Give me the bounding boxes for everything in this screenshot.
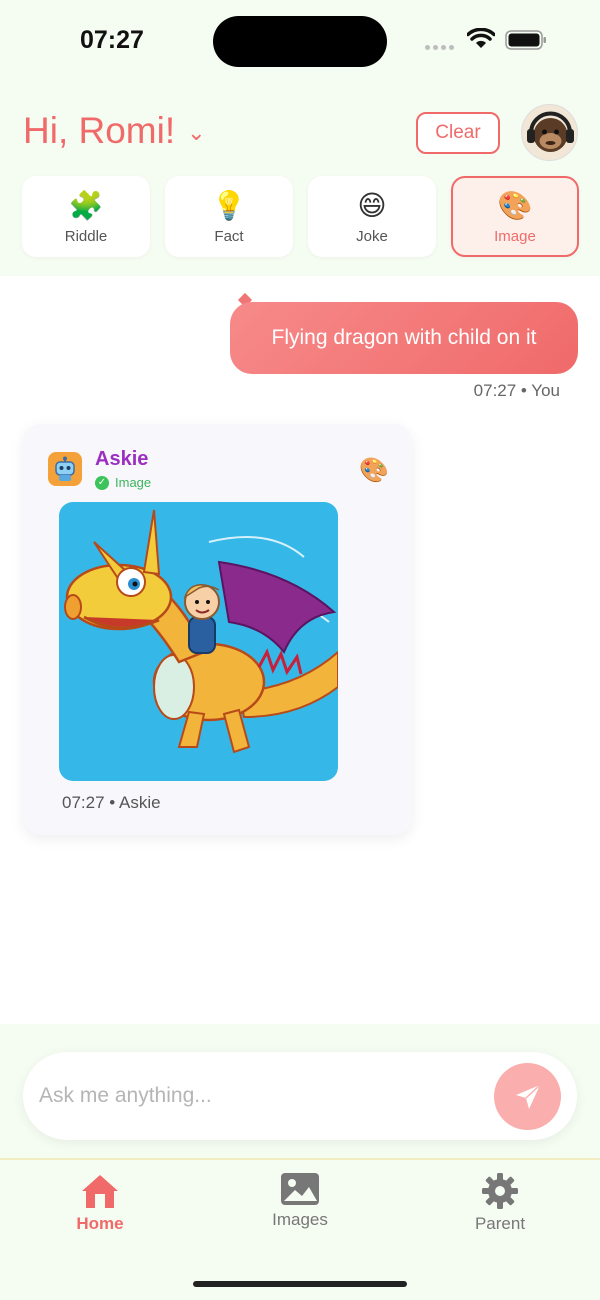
user-message-text: Flying dragon with child on it [271, 326, 537, 349]
category-riddle[interactable]: 🧩 Riddle [22, 176, 150, 257]
greeting-text: Hi, Romi! [23, 110, 176, 151]
nav-label: Images [272, 1210, 328, 1229]
user-message-bubble: Flying dragon with child on it [230, 302, 578, 374]
category-image[interactable]: 🎨 Image [451, 176, 579, 257]
bot-message-meta: 07:27 • Askie [62, 793, 161, 812]
monkey-avatar-icon [527, 111, 574, 152]
gear-icon [482, 1173, 518, 1209]
robot-icon [48, 452, 82, 486]
send-button[interactable] [494, 1063, 561, 1130]
check-circle-icon: ✓ [95, 475, 109, 490]
category-joke[interactable]: 😄 Joke [308, 176, 436, 257]
composer [23, 1052, 577, 1140]
send-icon [515, 1083, 541, 1109]
message-input[interactable] [39, 1076, 479, 1116]
category-label: Image [494, 228, 536, 245]
bot-name: Askie [95, 448, 149, 470]
nav-parent[interactable]: Parent [440, 1172, 560, 1234]
avatar[interactable] [521, 104, 578, 161]
dynamic-island [213, 16, 387, 67]
category-fact[interactable]: 💡 Fact [165, 176, 293, 257]
signal-icon [425, 45, 454, 50]
profile-switcher[interactable]: Hi, Romi! ⌄ [23, 110, 206, 152]
nav-label: Parent [474, 1214, 526, 1233]
nav-images[interactable]: Images [240, 1172, 360, 1230]
bot-badge: ✓ Image [95, 475, 151, 490]
palette-icon: 🎨 [359, 457, 389, 484]
bottom-nav: Home Images Parent [0, 1158, 600, 1300]
nav-home[interactable]: Home [40, 1172, 160, 1234]
bot-badge-label: Image [115, 475, 152, 490]
battery-icon [505, 30, 546, 50]
clear-button[interactable]: Clear [416, 112, 500, 154]
home-icon [82, 1175, 118, 1208]
status-time: 07:27 [80, 26, 144, 54]
user-message-meta: 07:27 • You [473, 381, 560, 400]
palette-icon: 🎨 [497, 190, 533, 221]
category-label: Fact [214, 228, 244, 245]
category-label: Joke [356, 228, 388, 245]
dragon-illustration [64, 509, 338, 754]
smile-icon: 😄 [357, 190, 387, 221]
chevron-down-icon: ⌄ [187, 120, 206, 145]
lightbulb-icon: 💡 [211, 190, 247, 221]
image-icon [281, 1173, 319, 1205]
category-label: Riddle [64, 228, 108, 245]
generated-image[interactable] [59, 502, 338, 781]
wifi-icon [467, 28, 495, 48]
bot-message-card: Askie ✓ Image 🎨 07:27 • Askie [23, 424, 412, 835]
nav-label: Home [76, 1214, 124, 1233]
puzzle-icon: 🧩 [68, 190, 104, 221]
home-indicator [193, 1281, 407, 1287]
